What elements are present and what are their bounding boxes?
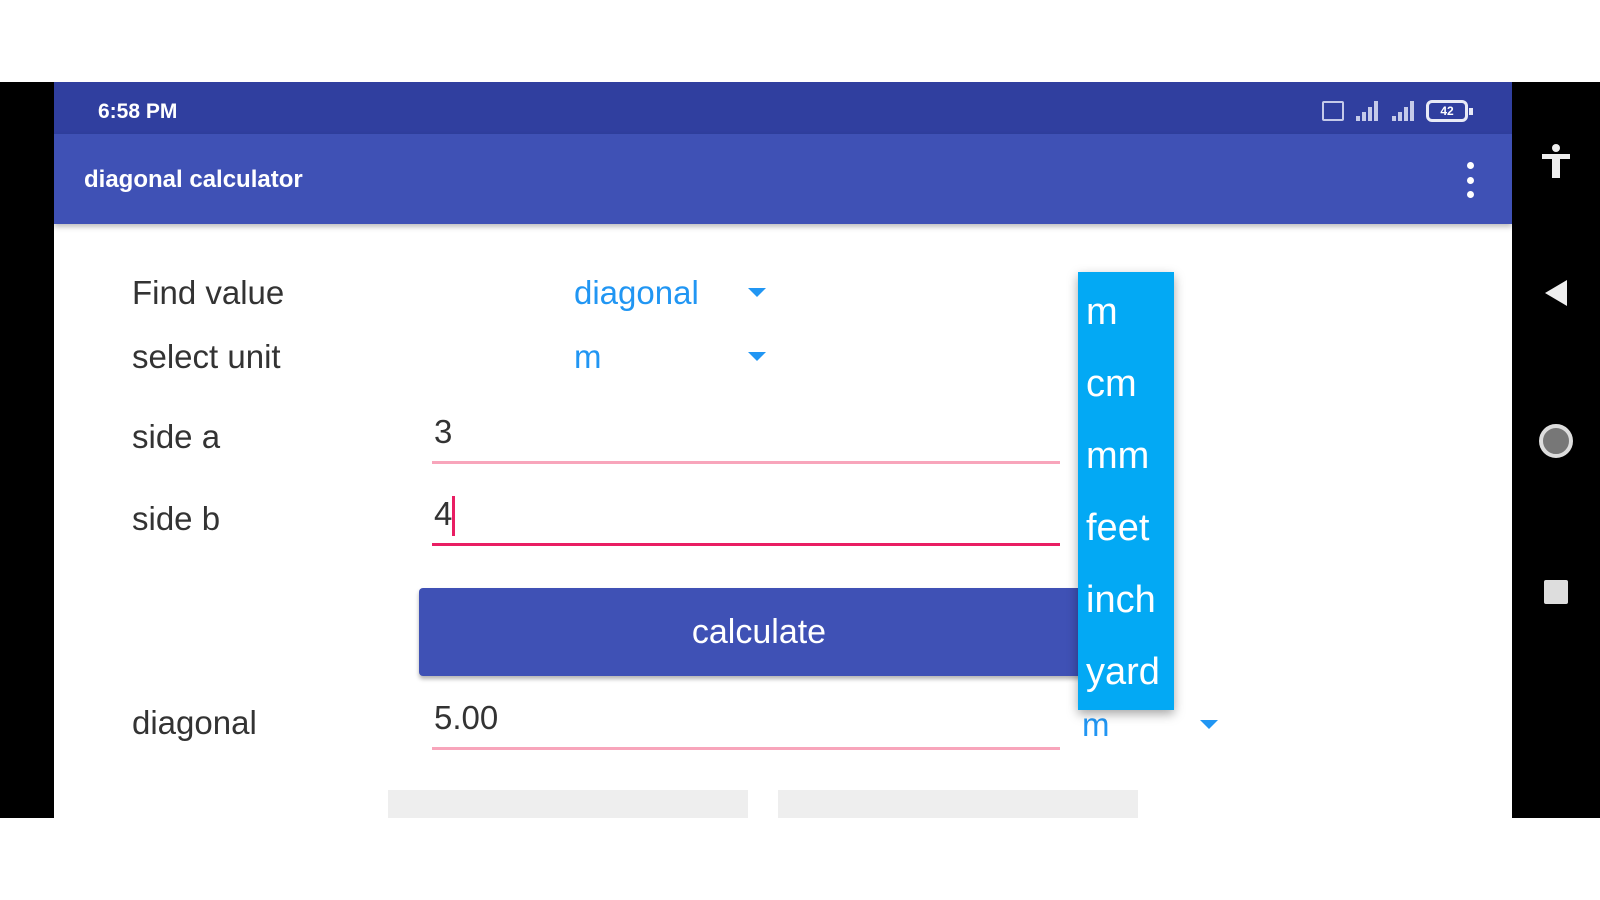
unit-dropdown-menu: m cm mm feet inch yard (1078, 272, 1174, 710)
dropdown-option-m[interactable]: m (1078, 278, 1174, 350)
battery-icon: 42 (1426, 100, 1473, 122)
chevron-down-icon[interactable] (1200, 720, 1218, 729)
status-bar: 6:58 PM 42 (54, 82, 1512, 134)
text-cursor (452, 496, 456, 537)
navigation-bar (1512, 82, 1600, 818)
side-a-input[interactable]: 3 (432, 412, 1060, 464)
diagonal-value: 5.00 (434, 699, 499, 736)
phone-screen: 6:58 PM 42 diagonal calculator Find valu… (54, 82, 1512, 818)
bottom-button-right[interactable] (778, 790, 1138, 818)
app-title: diagonal calculator (84, 166, 303, 193)
diagonal-unit-selected[interactable]: m (1082, 706, 1110, 744)
dropdown-option-mm[interactable]: mm (1078, 422, 1174, 494)
signal-icon (1390, 101, 1416, 121)
side-b-label: side b (132, 500, 221, 537)
status-icons: 42 (1322, 100, 1473, 122)
diagonal-result-field[interactable]: 5.00 (432, 698, 1060, 750)
side-b-input[interactable]: 4 (432, 494, 1060, 546)
diagonal-label: diagonal (132, 704, 257, 741)
chevron-down-icon[interactable] (748, 288, 766, 297)
dropdown-option-inch[interactable]: inch (1078, 566, 1174, 638)
dropdown-option-cm[interactable]: cm (1078, 350, 1174, 422)
chevron-down-icon[interactable] (748, 352, 766, 361)
dropdown-option-yard[interactable]: yard (1078, 638, 1174, 710)
find-value-selected[interactable]: diagonal (574, 274, 699, 312)
recent-apps-icon[interactable] (1544, 580, 1568, 604)
status-time: 6:58 PM (98, 100, 178, 123)
accessibility-icon[interactable] (1542, 144, 1570, 178)
bottom-button-left[interactable] (388, 790, 748, 818)
signal-icon (1354, 101, 1380, 121)
select-unit-label: select unit (132, 338, 281, 375)
select-unit-selected[interactable]: m (574, 338, 602, 376)
side-a-value: 3 (434, 413, 453, 450)
overflow-menu-icon[interactable] (1458, 162, 1482, 198)
back-icon[interactable] (1545, 280, 1567, 306)
find-value-label: Find value (132, 274, 285, 311)
sim-icon (1322, 101, 1344, 121)
dropdown-option-feet[interactable]: feet (1078, 494, 1174, 566)
calculate-button[interactable]: calculate (419, 588, 1099, 676)
side-b-value: 4 (434, 495, 453, 532)
app-bar: diagonal calculator (54, 134, 1512, 224)
side-a-label: side a (132, 418, 221, 455)
home-icon[interactable] (1539, 424, 1573, 458)
